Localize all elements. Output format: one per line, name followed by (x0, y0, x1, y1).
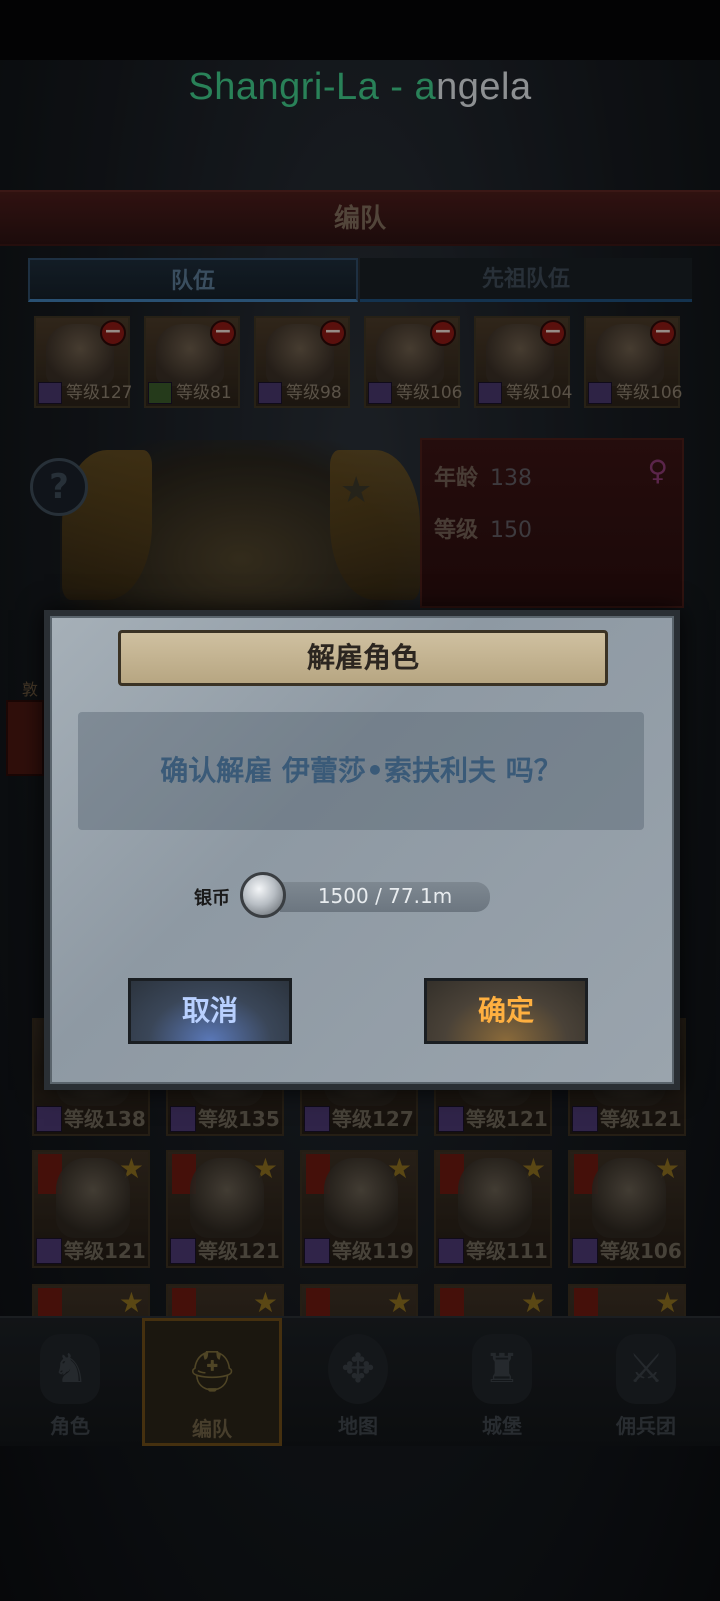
cost-value: 1500 / 77.1m (317, 884, 453, 908)
confirm-button[interactable]: 确定 (424, 978, 588, 1044)
game-screen: Shangri-La - angela 编队 队伍 先祖队伍 − 等级127 −… (0, 0, 720, 1601)
dismiss-character-dialog: 解雇角色 确认解雇 伊蕾莎•索扶利夫 吗？ 银币 1500 / 77.1m 取消… (44, 610, 680, 1090)
dialog-message: 确认解雇 伊蕾莎•索扶利夫 吗？ (160, 754, 562, 787)
dialog-message-box: 确认解雇 伊蕾莎•索扶利夫 吗？ (78, 712, 644, 830)
dialog-title-bar: 解雇角色 (118, 630, 608, 686)
cancel-button[interactable]: 取消 (128, 978, 292, 1044)
dialog-title: 解雇角色 (306, 641, 419, 674)
cost-label: 银币 (194, 888, 230, 909)
